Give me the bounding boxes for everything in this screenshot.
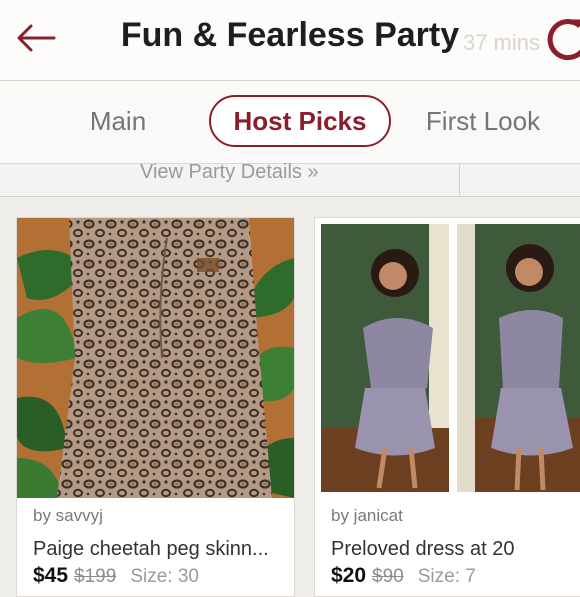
listing-title: Preloved dress at 20 (331, 538, 515, 560)
app-header: 37 mins Fun & Fearless Party (0, 0, 580, 81)
dress-photo-image (315, 218, 580, 498)
listing-price: $20 (331, 564, 367, 587)
seller-name[interactable]: by savvyj (33, 506, 103, 526)
seller-name[interactable]: by janicat (331, 506, 403, 526)
original-price: $90 (372, 566, 404, 587)
view-party-details-link[interactable]: View Party Details » (140, 161, 319, 184)
tab-main[interactable]: Main (70, 95, 166, 147)
tab-host-picks[interactable]: Host Picks (209, 95, 391, 147)
original-price: $199 (74, 566, 117, 587)
leopard-jeans-image (17, 218, 294, 498)
price-row: $20 $90 Size: 7 (331, 564, 476, 588)
refresh-button[interactable] (540, 14, 580, 66)
listing-price: $45 (33, 564, 69, 587)
listing-title: Paige cheetah peg skinn... (33, 538, 269, 560)
page-title: Fun & Fearless Party (120, 16, 460, 54)
price-row: $45 $199 Size: 30 (33, 564, 199, 588)
refresh-icon (547, 19, 580, 60)
listing-photo[interactable] (315, 218, 580, 498)
divider (459, 164, 460, 196)
listing-card[interactable]: by janicat Preloved dress at 20 $20 $90 Si… (314, 217, 580, 597)
listing-photo[interactable] (17, 218, 294, 498)
listing-size: Size: 30 (130, 566, 199, 587)
back-button[interactable] (14, 18, 58, 58)
listing-size: Size: 7 (417, 566, 476, 587)
back-arrow-icon (17, 24, 56, 52)
party-details-bar: View Party Details » (0, 161, 580, 197)
tab-first-look[interactable]: First Look (410, 95, 556, 147)
listing-card[interactable]: by savvyj Paige cheetah peg skinn... $45… (16, 217, 295, 597)
party-tabs: Main Host Picks First Look (0, 81, 580, 164)
